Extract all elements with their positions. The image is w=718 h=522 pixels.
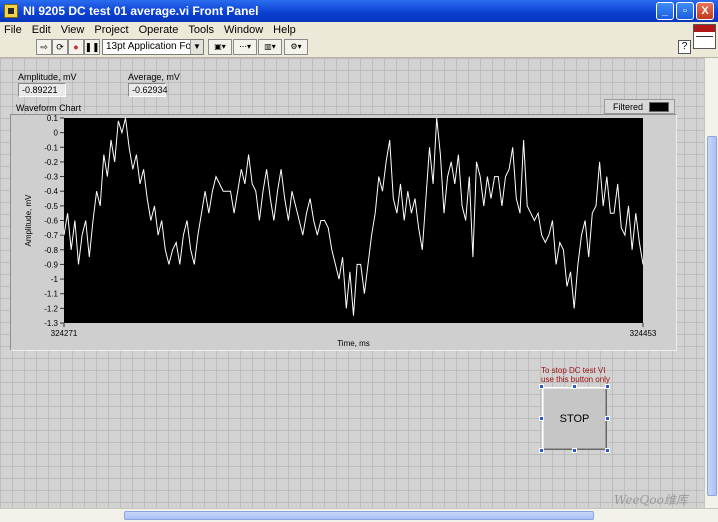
vi-icon-wave [696, 36, 713, 44]
distribute-objects-icon[interactable]: ⋯▾ [233, 39, 257, 55]
menu-file[interactable]: File [0, 24, 28, 36]
y-tick-label: 0 [54, 129, 59, 138]
y-tick-label: -0.4 [44, 187, 58, 196]
y-tick-label: -0.8 [44, 246, 58, 255]
title-bar: NI 9205 DC test 01 average.vi Front Pane… [0, 0, 718, 22]
y-tick-label: -0.6 [44, 217, 58, 226]
y-tick-label: -0.2 [44, 158, 58, 167]
waveform-chart-svg: 0.1 0 -0.1 -0.2 -0.3 -0.4 -0.5 -0.6 -0.7 -0.8 -0.9… [24, 115, 657, 348]
menu-window[interactable]: Window [220, 24, 269, 36]
selection-handle[interactable] [605, 416, 610, 421]
x-axis-label: Time, ms [337, 339, 370, 348]
menu-edit[interactable]: Edit [28, 24, 57, 36]
watermark: WeeQoo维库 [614, 493, 688, 507]
horizontal-scroll-thumb[interactable] [124, 511, 594, 520]
waveform-chart-label: Waveform Chart [16, 103, 82, 113]
amplitude-label: Amplitude, mV [18, 72, 77, 82]
stop-note-line2: use this button only [541, 375, 610, 384]
vertical-scroll-thumb[interactable] [707, 136, 717, 496]
horizontal-scrollbar[interactable] [0, 508, 718, 522]
y-axis-label: Amplitude, mV [24, 194, 33, 247]
waveform-chart: 0.1 0 -0.1 -0.2 -0.3 -0.4 -0.5 -0.6 -0.7 -0.8 -0.9… [10, 114, 677, 351]
selection-handle[interactable] [539, 384, 544, 389]
vi-icon-band [694, 25, 715, 32]
average-label: Average, mV [128, 72, 180, 82]
legend-series-name: Filtered [613, 102, 644, 112]
selection-handle[interactable] [605, 384, 610, 389]
reorder-icon[interactable]: ⚙▾ [284, 39, 308, 55]
y-tick-label: -1.2 [44, 304, 58, 313]
run-arrow-icon[interactable]: ⇨ [36, 39, 52, 55]
selection-handle[interactable] [572, 448, 577, 453]
stop-note-line1: To stop DC test VI [541, 366, 606, 375]
y-tick-label: 0.1 [47, 115, 59, 123]
menu-help[interactable]: Help [269, 24, 302, 36]
y-tick-label: -1.3 [44, 319, 58, 328]
stop-button[interactable]: STOP [542, 387, 607, 450]
selection-handle[interactable] [605, 448, 610, 453]
x-tick-label: 324271 [51, 329, 78, 338]
vi-connector-icon [693, 24, 716, 49]
chevron-down-icon: ▼ [190, 40, 203, 54]
close-button[interactable]: X [696, 2, 714, 20]
menu-bar: File Edit View Project Operate Tools Win… [0, 22, 718, 38]
plot-legend[interactable]: Filtered [604, 99, 675, 114]
run-continuously-icon[interactable]: ⟳ [52, 39, 68, 55]
menu-tools[interactable]: Tools [184, 24, 220, 36]
menu-operate[interactable]: Operate [135, 24, 185, 36]
font-select-value: 13pt Application Font [106, 41, 200, 52]
y-tick-label: -0.7 [44, 231, 58, 240]
y-tick-label: -0.3 [44, 173, 58, 182]
labview-app-icon [4, 4, 18, 18]
y-tick-label: -1.1 [44, 290, 58, 299]
selection-handle[interactable] [539, 416, 544, 421]
y-tick-label: -0.9 [44, 260, 58, 269]
stop-note: To stop DC test VI use this button only [541, 366, 610, 384]
average-indicator: -0.62934 [128, 83, 168, 97]
menu-project[interactable]: Project [90, 24, 134, 36]
toolbar: ⇨ ⟳ ● ❚❚ 13pt Application Font ▼ ▣▾ ⋯▾ ▥… [0, 38, 718, 58]
y-tick-label: -1 [51, 275, 59, 284]
x-tick-label: 324453 [630, 329, 657, 338]
amplitude-indicator: -0.89221 [18, 83, 66, 97]
abort-icon[interactable]: ● [68, 39, 84, 55]
window-controls: _ ▫ X [656, 2, 714, 20]
help-button[interactable]: ? [678, 40, 691, 54]
y-tick-label: -0.1 [44, 143, 58, 152]
legend-line-swatch [649, 102, 669, 112]
window-title: NI 9205 DC test 01 average.vi Front Pane… [23, 4, 259, 18]
align-objects-icon[interactable]: ▣▾ [208, 39, 232, 55]
selection-handle[interactable] [572, 384, 577, 389]
font-select[interactable]: 13pt Application Font ▼ [102, 39, 204, 55]
stop-button-label: STOP [559, 412, 590, 425]
pause-icon[interactable]: ❚❚ [84, 39, 100, 55]
y-tick-label: -0.5 [44, 202, 58, 211]
maximize-button[interactable]: ▫ [676, 2, 694, 20]
minimize-button[interactable]: _ [656, 2, 674, 20]
selection-handle[interactable] [539, 448, 544, 453]
resize-objects-icon[interactable]: ▥▾ [258, 39, 282, 55]
vertical-scrollbar[interactable] [704, 58, 718, 508]
menu-view[interactable]: View [57, 24, 91, 36]
